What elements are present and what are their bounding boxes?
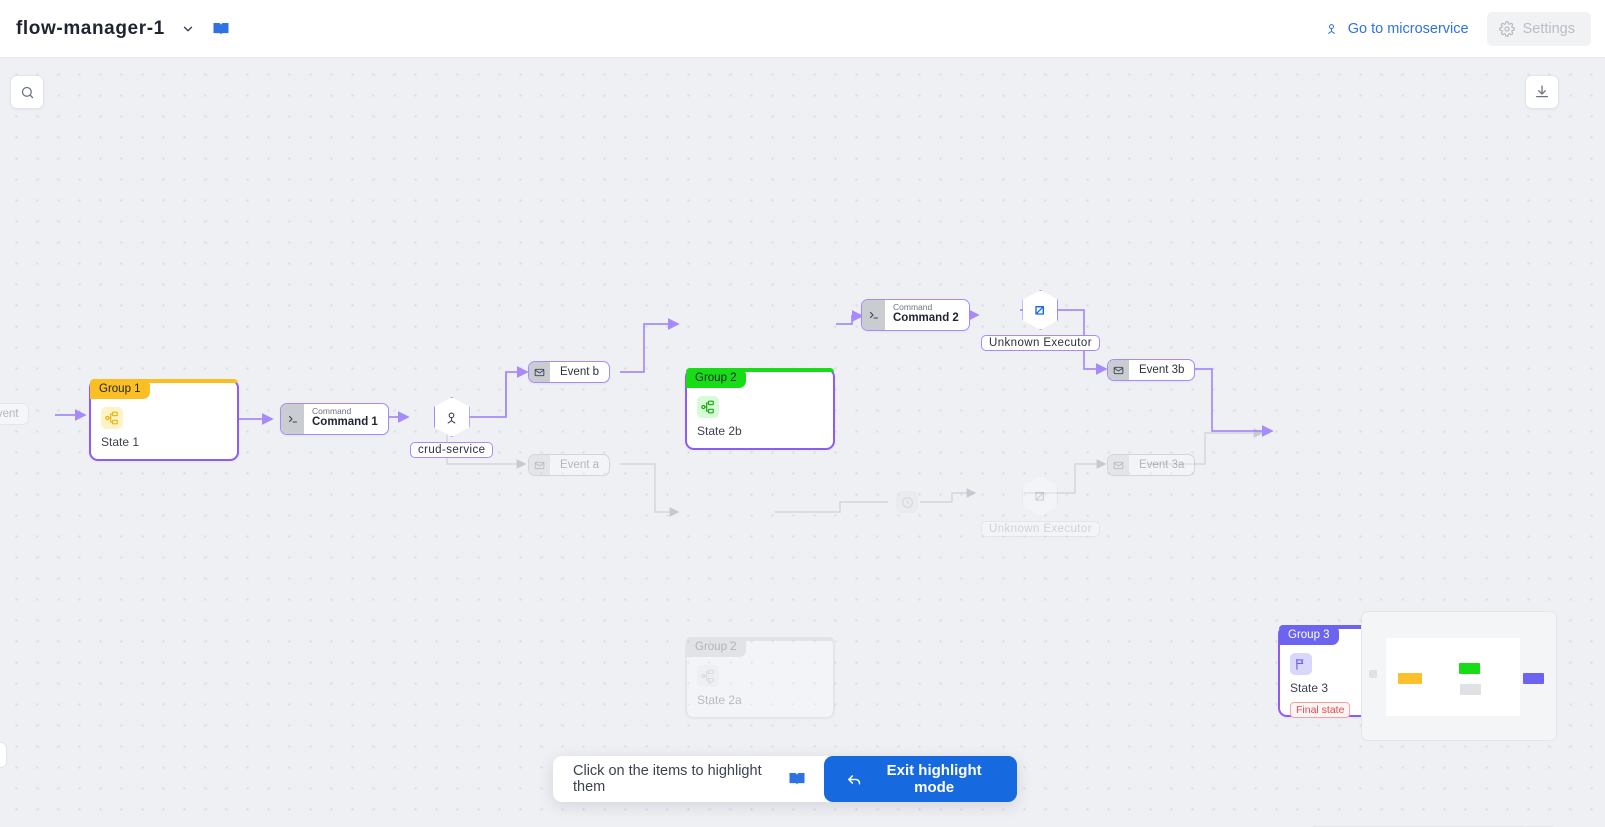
sitemap-icon — [697, 396, 719, 418]
hint-label: Click on the items to highlight them — [573, 763, 774, 795]
exit-highlight-mode-button[interactable]: Exit highlight mode — [824, 756, 1017, 802]
event-label: Event 3b — [1129, 360, 1194, 380]
state-label: State 2b — [697, 424, 742, 438]
minimap[interactable] — [1361, 611, 1557, 741]
event-label: Event b — [550, 362, 609, 382]
state-node-state-1[interactable]: Group 1 State 1 — [89, 379, 239, 461]
group-badge: Group 2 — [686, 638, 746, 657]
microservice-icon — [1324, 21, 1339, 36]
event-node-event-a[interactable]: Event a — [528, 454, 610, 476]
top-bar-left: flow-manager-1 — [0, 18, 231, 40]
sitemap-icon — [101, 407, 123, 429]
terminal-icon — [281, 404, 304, 434]
command-kind: Command — [312, 406, 378, 416]
state-label: State 1 — [101, 435, 139, 449]
minimap-node — [1459, 663, 1480, 674]
offscreen-event-label: al Event — [0, 404, 28, 424]
envelope-icon — [1108, 455, 1129, 475]
state-node-state-2b[interactable]: Group 2 State 2b — [685, 368, 835, 450]
command-node-command-1[interactable]: Command Command 1 — [280, 403, 389, 435]
page-title: flow-manager-1 — [16, 18, 165, 40]
top-bar: flow-manager-1 Go to microservice Settin… — [0, 0, 1605, 58]
book-icon[interactable] — [211, 19, 231, 39]
minimap-viewport — [1386, 638, 1520, 716]
terminal-icon — [862, 300, 885, 330]
timer-node[interactable] — [896, 491, 918, 513]
event-label: Event 3a — [1129, 455, 1194, 475]
command-node-command-2[interactable]: Command Command 2 — [861, 299, 970, 331]
group-badge: Group 3 — [1279, 626, 1339, 645]
left-panel-handle[interactable] — [0, 742, 7, 768]
minimap-node — [1398, 673, 1422, 684]
gear-icon — [1499, 21, 1515, 37]
executor-node-unknown-executor-bottom[interactable]: Unknown Executor — [981, 476, 1100, 537]
envelope-icon — [529, 362, 550, 382]
minimap-node — [1369, 670, 1377, 678]
group-badge: Group 2 — [686, 369, 746, 388]
external-link-icon — [1022, 476, 1058, 516]
event-node-event-3b[interactable]: Event 3b — [1107, 359, 1195, 381]
state-node-state-2a[interactable]: Group 2 State 2a — [685, 637, 835, 719]
service-node-crud-service[interactable]: crud-service — [410, 397, 493, 458]
executor-node-unknown-executor[interactable]: Unknown Executor — [981, 290, 1100, 351]
service-label: crud-service — [410, 442, 493, 458]
book-icon[interactable] — [788, 770, 806, 788]
flow-canvas[interactable]: al Event Group 1 State 1 Command Command… — [0, 58, 1605, 827]
undo-icon — [846, 771, 863, 788]
status-badge: Final state — [1290, 702, 1350, 718]
executor-label: Unknown Executor — [981, 335, 1100, 351]
microservice-icon — [434, 397, 470, 437]
command-name: Command 2 — [893, 312, 959, 324]
state-label: State 2a — [697, 693, 742, 707]
flow-editor-page: flow-manager-1 Go to microservice Settin… — [0, 0, 1605, 827]
top-bar-right: Go to microservice Settings — [1324, 12, 1605, 46]
minimap-node — [1523, 673, 1544, 684]
go-to-microservice-label: Go to microservice — [1348, 21, 1469, 37]
search-icon[interactable] — [10, 75, 44, 109]
go-to-microservice-link[interactable]: Go to microservice — [1324, 21, 1469, 37]
envelope-icon — [529, 455, 550, 475]
highlight-mode-hint-bar: Click on the items to highlight them Exi… — [553, 756, 1017, 802]
exit-highlight-mode-label: Exit highlight mode — [873, 762, 995, 796]
executor-label: Unknown Executor — [981, 521, 1100, 537]
settings-label: Settings — [1523, 21, 1575, 37]
sitemap-icon — [697, 665, 719, 687]
settings-button[interactable]: Settings — [1487, 12, 1591, 46]
command-text: Command Command 1 — [304, 404, 388, 434]
flag-icon — [1290, 653, 1312, 675]
download-icon[interactable] — [1525, 75, 1559, 109]
event-node-event-b[interactable]: Event b — [528, 361, 610, 383]
event-label: Event a — [550, 455, 609, 475]
command-name: Command 1 — [312, 416, 378, 428]
offscreen-event-node[interactable]: al Event — [0, 403, 29, 425]
event-node-event-3a[interactable]: Event 3a — [1107, 454, 1195, 476]
command-kind: Command — [893, 302, 959, 312]
external-link-icon — [1022, 290, 1058, 330]
envelope-icon — [1108, 360, 1129, 380]
group-badge: Group 1 — [90, 380, 150, 399]
chevron-down-icon[interactable] — [179, 20, 197, 38]
command-text: Command Command 2 — [885, 300, 969, 330]
minimap-node — [1460, 684, 1481, 695]
state-label: State 3 — [1290, 681, 1328, 695]
